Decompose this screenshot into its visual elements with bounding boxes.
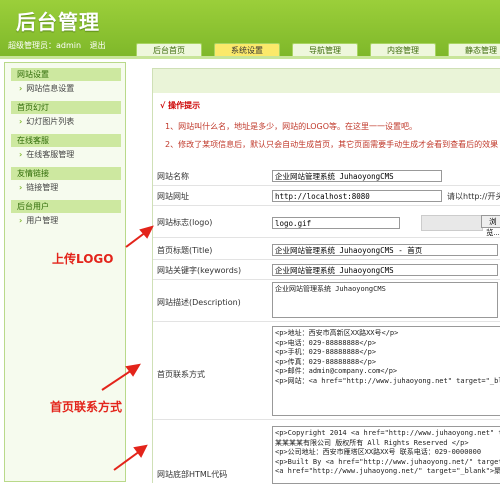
field-label: 首页标题(Title): [157, 246, 213, 255]
app-title: 后台管理: [16, 10, 100, 34]
user-info: 超级管理员：admin 退出: [8, 40, 106, 51]
field-label: 网站标志(logo): [157, 218, 213, 227]
user-label: 超级管理员：admin: [8, 41, 82, 50]
sidebar-group-links: 友情链接 链接管理: [11, 167, 121, 195]
sidebar-item-user-manage[interactable]: 用户管理: [11, 213, 121, 228]
sidebar-group-site-settings: 网站设置 网站信息设置: [11, 68, 121, 96]
tab-system-settings[interactable]: 系统设置: [214, 43, 280, 56]
sidebar-group-title[interactable]: 首页幻灯: [11, 101, 121, 114]
sidebar-item-site-info[interactable]: 网站信息设置: [11, 81, 121, 96]
logo-file-field[interactable]: [421, 215, 483, 231]
tips-title: √ 操作提示: [160, 101, 201, 110]
site-url-input[interactable]: [272, 190, 442, 202]
field-label: 首页联系方式: [157, 370, 205, 379]
sidebar-item-slide-list[interactable]: 幻灯图片列表: [11, 114, 121, 129]
sidebar-group-title[interactable]: 友情链接: [11, 167, 121, 180]
sidebar-group-title[interactable]: 在线客服: [11, 134, 121, 147]
site-name-input[interactable]: [272, 170, 442, 182]
keywords-input[interactable]: [272, 264, 498, 276]
field-label: 网站描述(Description): [157, 298, 241, 307]
main-content: √ 操作提示 1、网站叫什么名，地址是多少，网站的LOGO等。在这里一一设置吧。…: [152, 68, 500, 484]
top-tabs: 后台首页 系统设置 导航管理 内容管理 静态管理: [136, 43, 500, 56]
tab-navigation[interactable]: 导航管理: [292, 43, 358, 56]
sidebar-item-service-manage[interactable]: 在线客服管理: [11, 147, 121, 162]
annotation-upload-logo: 上传LOGO: [52, 252, 114, 266]
row-description: 网站描述(Description) 企业网站管理系统 JuhaoyongCMS: [153, 281, 500, 322]
url-hint: 请以http://开头: [447, 192, 500, 201]
row-logo: 网站标志(logo) 浏览...: [153, 207, 500, 238]
field-label: 网站关键字(keywords): [157, 266, 242, 275]
sidebar-group-title[interactable]: 后台用户: [11, 200, 121, 213]
field-label: 网站底部HTML代码: [157, 470, 228, 479]
content-topbar: [153, 69, 500, 93]
description-textarea[interactable]: 企业网站管理系统 JuhaoyongCMS: [272, 282, 498, 318]
footer-html-textarea[interactable]: <p>Copyright 2014 <a href="http://www.ju…: [272, 426, 500, 484]
browse-button[interactable]: 浏览...: [481, 215, 500, 237]
sidebar-group-users: 后台用户 用户管理: [11, 200, 121, 228]
logo-input[interactable]: [272, 217, 400, 229]
logout-link[interactable]: 退出: [90, 41, 106, 50]
tab-home[interactable]: 后台首页: [136, 43, 202, 56]
sidebar-group-slides: 首页幻灯 幻灯图片列表: [11, 101, 121, 129]
field-label: 网站名称: [157, 172, 189, 181]
row-keywords: 网站关键字(keywords): [153, 261, 500, 280]
top-header: 后台管理 超级管理员：admin 退出 后台首页 系统设置 导航管理 内容管理 …: [0, 0, 500, 56]
sidebar-group-service: 在线客服 在线客服管理: [11, 134, 121, 162]
row-site-url: 网站网址 请以http://开头: [153, 187, 500, 206]
sidebar-item-link-manage[interactable]: 链接管理: [11, 180, 121, 195]
sidebar: 网站设置 网站信息设置 首页幻灯 幻灯图片列表 在线客服 在线客服管理 友情链接…: [4, 62, 126, 482]
field-label: 网站网址: [157, 192, 189, 201]
row-site-name: 网站名称: [153, 167, 500, 186]
tab-static[interactable]: 静态管理: [448, 43, 500, 56]
annotation-contact: 首页联系方式: [50, 400, 123, 414]
row-page-title: 首页标题(Title): [153, 241, 500, 260]
row-contact: 首页联系方式 <p>地址：西安市高新区XX路XX号</p> <p>电话：029-…: [153, 325, 500, 420]
page-title-input[interactable]: [272, 244, 498, 256]
tab-content[interactable]: 内容管理: [370, 43, 436, 56]
header-divider: [0, 56, 500, 59]
row-footer-html: 网站底部HTML代码 <p>Copyright 2014 <a href="ht…: [153, 425, 500, 484]
tip-line-2: 2、修改了某项信息后，默认只会自动生成首页，其它页面需要手动生成才会看到查看后的…: [165, 140, 499, 149]
contact-textarea[interactable]: <p>地址：西安市高新区XX路XX号</p> <p>电话：029-8888888…: [272, 326, 500, 416]
tip-line-1: 1、网站叫什么名，地址是多少，网站的LOGO等。在这里一一设置吧。: [165, 122, 418, 131]
sidebar-group-title[interactable]: 网站设置: [11, 68, 121, 81]
